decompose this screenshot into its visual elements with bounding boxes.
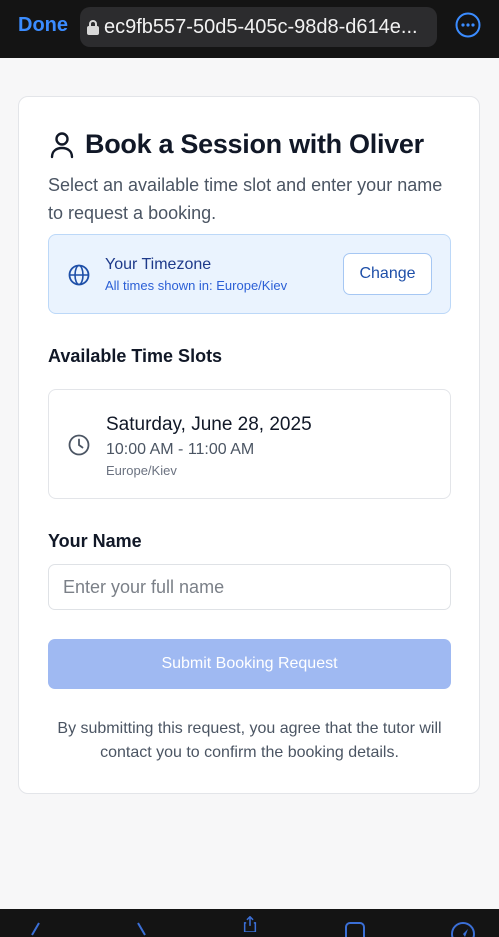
clock-icon — [68, 434, 90, 456]
submit-booking-button[interactable]: Submit Booking Request — [48, 639, 451, 689]
timezone-panel: Your Timezone All times shown in: Europe… — [48, 234, 451, 314]
disclaimer-text: By submitting this request, you agree th… — [57, 720, 442, 761]
slot-timezone: Europe/Kiev — [106, 463, 177, 478]
timezone-title: Your Timezone — [105, 256, 212, 273]
browser-top-bar: Done ec9fb557-50d5-405c-98d8-d614e... — [0, 0, 499, 58]
back-icon[interactable] — [28, 921, 42, 937]
url-text: ec9fb557-50d5-405c-98d8-d614e... — [104, 15, 418, 38]
browser-bottom-bar — [0, 909, 499, 937]
slots-heading: Available Time Slots — [48, 346, 223, 366]
share-icon[interactable] — [240, 916, 260, 932]
name-label: Your Name — [48, 531, 142, 551]
address-bar[interactable]: ec9fb557-50d5-405c-98d8-d614e... — [80, 7, 437, 47]
change-timezone-button[interactable]: Change — [343, 253, 432, 295]
timezone-subtitle: All times shown in: Europe/Kiev — [105, 278, 288, 293]
forward-icon[interactable] — [135, 921, 149, 937]
done-button[interactable]: Done — [18, 14, 68, 37]
bookmarks-icon[interactable] — [344, 921, 366, 937]
more-options-icon[interactable] — [455, 12, 481, 38]
booking-card: Book a Session with Oliver Select an ava… — [18, 96, 480, 794]
lock-icon — [87, 20, 99, 35]
page-title: Book a Session with Oliver — [85, 129, 424, 159]
page-title-row: Book a Session with Oliver — [49, 129, 424, 160]
page-subtitle: Select an available time slot and enter … — [48, 175, 443, 223]
person-icon — [50, 131, 74, 158]
globe-icon — [68, 264, 90, 286]
time-slot-card[interactable]: Saturday, June 28, 2025 10:00 AM - 11:00… — [48, 389, 451, 499]
compass-icon[interactable] — [450, 921, 476, 937]
name-input[interactable] — [48, 564, 451, 610]
slot-time: 10:00 AM - 11:00 AM — [106, 441, 255, 458]
slot-date: Saturday, June 28, 2025 — [106, 414, 312, 435]
